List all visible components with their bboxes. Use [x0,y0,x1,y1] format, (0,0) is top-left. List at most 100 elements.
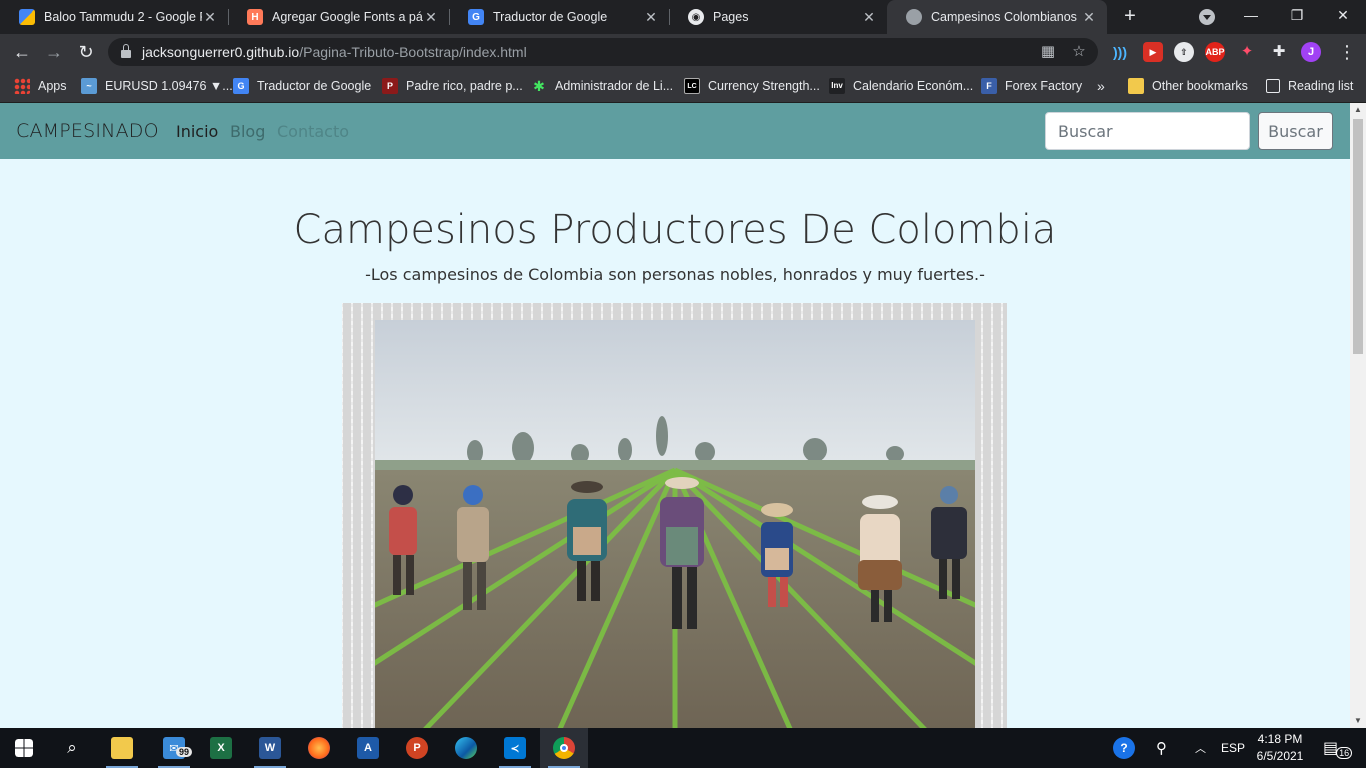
other-bookmarks-folder[interactable]: Other bookmarks [1128,76,1248,96]
bookmark-eurusd[interactable]: ~ EURUSD 1.09476 ▼... [81,76,233,96]
bookmark-label: Other bookmarks [1152,79,1248,93]
taskbar-mail[interactable]: ✉ 99 [150,728,198,768]
profile-avatar[interactable]: J [1301,42,1321,62]
bookmark-padre-rico[interactable]: P Padre rico, padre p... [382,76,523,96]
scroll-up-arrow-icon[interactable]: ▲ [1350,103,1366,117]
site-brand[interactable]: CAMPESINADO [16,120,159,142]
tab-strip: Baloo Tammudu 2 - Google F ✕ H Agregar G… [0,0,1366,34]
site-navbar: CAMPESINADO Inicio Blog Contacto Buscar [0,103,1350,159]
reload-icon[interactable]: ↻ [73,39,99,65]
video-extension-icon[interactable]: ▶ [1143,42,1163,62]
page-scrollbar[interactable]: ▲ ▼ [1350,103,1366,728]
url-path: /Pagina-Tributo-Bootstrap/index.html [299,44,527,60]
nav-link-inicio[interactable]: Inicio [176,122,218,141]
tab-campesinos-colombianos[interactable]: Campesinos Colombianos ✕ [887,0,1107,34]
new-tab-button[interactable]: + [1118,5,1142,29]
minimize-button[interactable]: — [1228,0,1274,32]
close-icon[interactable]: ✕ [861,9,877,26]
taskbar-edge[interactable] [442,728,490,768]
tab-search-icon[interactable] [1199,9,1215,25]
close-icon[interactable]: ✕ [643,9,659,26]
bookmark-google-translate[interactable]: G Traductor de Google [233,76,371,96]
start-button[interactable] [0,728,48,768]
search-input[interactable] [1045,112,1250,150]
powerpoint-icon: P [406,737,428,759]
search-button[interactable]: Buscar [1258,112,1333,150]
bookmarks-overflow-icon[interactable]: » [1097,76,1105,96]
back-arrow-icon[interactable]: ← [9,39,35,65]
adblock-plus-icon[interactable]: ABP [1205,42,1225,62]
taskbar-word[interactable]: W [246,728,294,768]
tab-google-translate[interactable]: G Traductor de Google ✕ [449,0,669,34]
search-taskbar-button[interactable]: ⌕ [48,728,96,768]
close-icon[interactable]: ✕ [1081,9,1097,26]
edge-icon [455,737,477,759]
tab-title: Traductor de Google [493,10,608,24]
scroll-down-arrow-icon[interactable]: ▼ [1350,714,1366,728]
taskbar-file-explorer[interactable] [98,728,146,768]
taskbar-powerpoint[interactable]: P [393,728,441,768]
close-icon[interactable]: ✕ [423,9,439,26]
taskbar-excel[interactable]: X [197,728,245,768]
bookmark-calendario[interactable]: Inv Calendario Económ... [829,76,973,96]
rocket-extension-icon[interactable]: ✦ [1237,42,1257,62]
taskbar-chrome[interactable] [540,728,588,768]
tab-baloo-tammudu[interactable]: Baloo Tammudu 2 - Google F ✕ [0,0,228,34]
tab-title: Campesinos Colombianos [931,10,1077,24]
broadcast-extension-icon[interactable]: ))) [1110,42,1130,62]
farmers-field-illustration [375,320,975,728]
chevron-up-icon[interactable]: ︿ [1195,728,1206,768]
nav-link-blog[interactable]: Blog [230,122,265,141]
system-clock[interactable]: 4:18 PM 6/5/2021 [1254,731,1306,765]
bookmark-label: Apps [38,79,67,93]
bookmark-currency-strength[interactable]: LC Currency Strength... [684,76,820,96]
apps-grid-icon [14,78,30,94]
clock-date: 6/5/2021 [1256,749,1304,763]
linktree-icon: ✱ [533,78,545,94]
bookmark-label: Padre rico, padre p... [406,79,523,93]
investing-icon: Inv [829,78,845,94]
notification-center-button[interactable]: ▤ 16 [1323,728,1353,768]
restore-button[interactable]: ❐ [1274,0,1320,32]
google-translate-icon: G [468,9,484,25]
more-menu-icon[interactable]: ⋮ [1334,39,1360,65]
bookmark-forex-factory[interactable]: F Forex Factory [981,76,1082,96]
help-tray-icon[interactable]: ? [1113,728,1135,768]
farmers-photo [375,320,975,728]
lock-icon[interactable] [121,44,131,58]
close-icon[interactable]: ✕ [202,9,218,26]
bookmark-star-icon[interactable]: ☆ [1071,44,1087,60]
taskbar-firefox[interactable] [295,728,343,768]
bookmark-label: Traductor de Google [257,79,372,93]
extensions-puzzle-icon[interactable]: ✚ [1269,42,1289,62]
forward-arrow-icon[interactable]: → [41,39,67,65]
tab-github-pages[interactable]: ◉ Pages ✕ [669,0,887,34]
address-bar[interactable]: jacksonguerrer0.github.io/Pagina-Tributo… [108,38,1098,66]
forex-factory-icon: F [981,78,997,94]
url-text: jacksonguerrer0.github.io/Pagina-Tributo… [142,44,527,60]
windows-logo-icon [15,739,33,757]
reading-list-button[interactable]: Reading list [1266,76,1353,96]
clock-time: 4:18 PM [1257,732,1303,746]
bookmark-label: Currency Strength... [708,79,820,93]
mail-badge: 99 [176,747,193,757]
tab-google-fonts-article[interactable]: H Agregar Google Fonts a pági ✕ [228,0,449,34]
qr-code-icon[interactable]: ▦ [1040,44,1056,60]
cloud-upload-extension-icon[interactable]: ⇧ [1174,42,1194,62]
chart-icon: ~ [81,78,97,94]
people-tray-icon[interactable]: ⚲ [1156,728,1167,768]
excel-icon: X [210,737,232,759]
taskbar-vscode[interactable]: ≺ [491,728,539,768]
bookmark-administrador[interactable]: ✱ Administrador de Li... [531,76,673,96]
scrollbar-thumb[interactable] [1353,119,1363,354]
taskbar-arduino[interactable]: A [344,728,392,768]
language-indicator[interactable]: ESP [1221,728,1245,768]
tab-title: Agregar Google Fonts a pági [272,10,423,24]
book-icon: P [382,78,398,94]
app-a-icon: A [357,737,379,759]
web-page: CAMPESINADO Inicio Blog Contacto Buscar … [0,103,1350,728]
close-window-button[interactable]: ✕ [1320,0,1366,32]
bookmark-apps[interactable]: Apps [14,76,67,96]
google-translate-icon: G [233,78,249,94]
page-title: Campesinos Productores De Colombia [293,207,1057,253]
